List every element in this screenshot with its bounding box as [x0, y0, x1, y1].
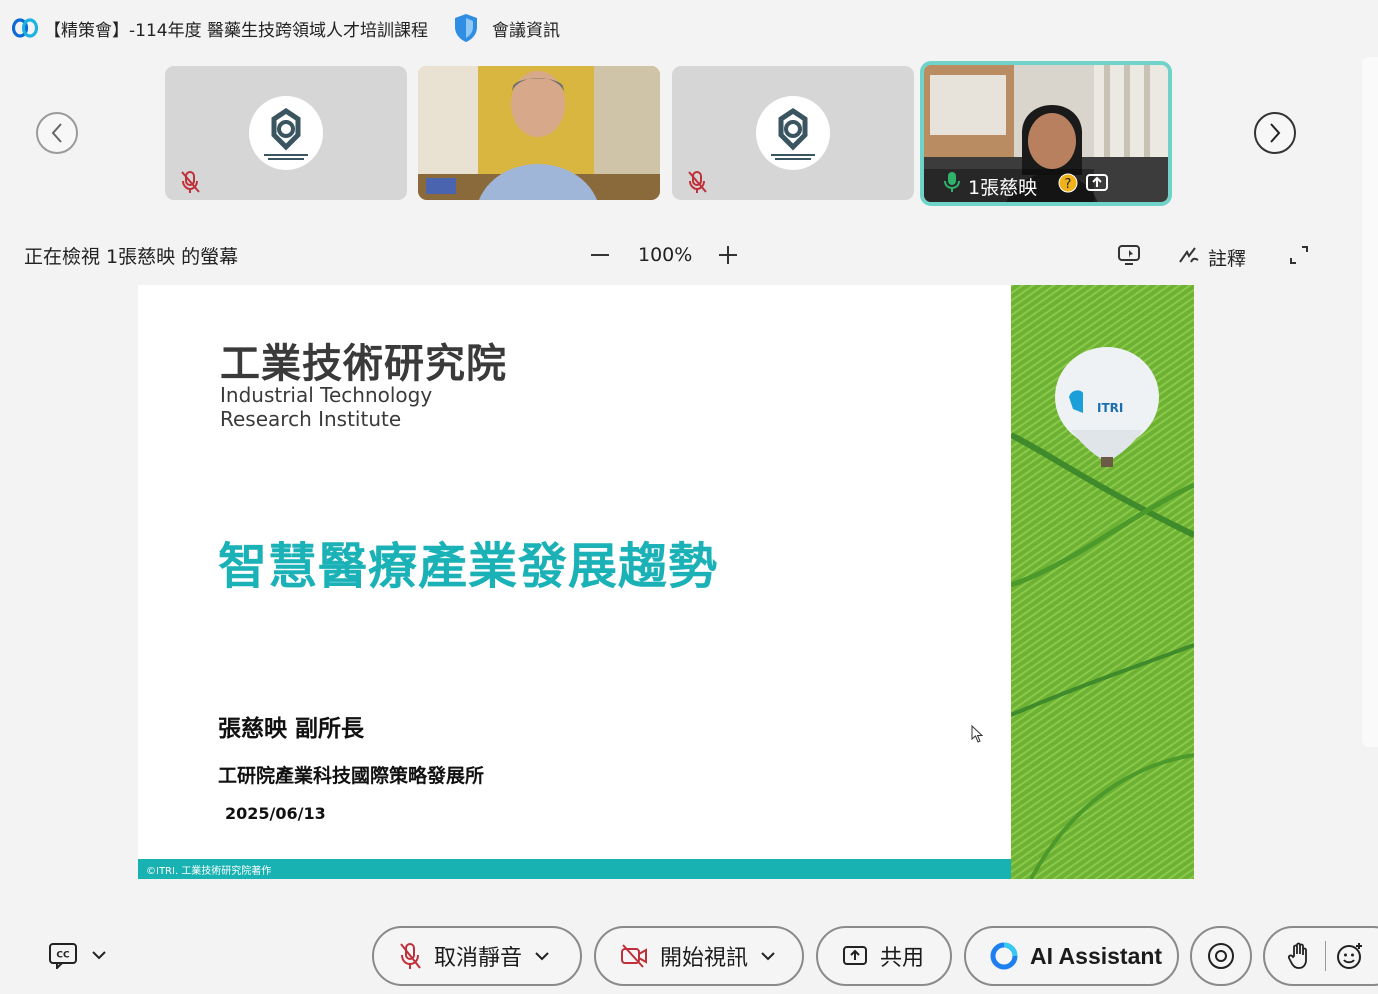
chevron-down-icon[interactable] — [90, 946, 108, 964]
chevron-down-icon[interactable] — [534, 948, 550, 964]
mic-active-icon — [944, 172, 960, 192]
participant-name-label: 1張慈映 — [968, 177, 1038, 199]
unmute-label: 取消靜音 — [434, 946, 523, 971]
svg-text:CC: CC — [56, 951, 70, 961]
shared-screen-slide: 工業技術研究院 Industrial Technology Research I… — [138, 285, 1194, 879]
share-button[interactable]: 共用 — [816, 926, 952, 986]
participant-tile-video[interactable] — [418, 66, 660, 200]
closed-captions-icon[interactable]: CC — [48, 941, 78, 969]
side-panel-edge — [1362, 57, 1378, 747]
participant-tile[interactable] — [165, 66, 407, 200]
sharing-screen-icon — [1086, 174, 1108, 191]
thumbnails-next-button[interactable] — [1254, 112, 1296, 154]
shield-icon[interactable] — [452, 12, 480, 44]
green-field-balloon-image: ITRI — [1011, 285, 1194, 879]
mouse-cursor-icon — [971, 725, 984, 743]
slide-org-name-en: Research Institute — [220, 407, 402, 431]
slide-org-name-en: Industrial Technology — [220, 383, 433, 407]
video-off-icon — [621, 944, 647, 968]
slide-footer-copyright: ©ITRI. 工業技術研究院著作 — [146, 866, 272, 877]
annotate-button[interactable]: 註釋 — [1208, 244, 1246, 271]
viewing-status-text: 正在檢視 1張慈映 的螢幕 — [24, 246, 239, 268]
fullscreen-icon[interactable] — [1288, 244, 1310, 266]
meeting-title: 【精策會】-114年度 醫藥生技跨領域人才培訓課程 — [44, 20, 428, 41]
participant-tile[interactable] — [672, 66, 914, 200]
muted-mic-icon — [181, 171, 200, 193]
remote-control-icon[interactable] — [1117, 244, 1141, 266]
slide-date: 2025/06/13 — [225, 804, 326, 823]
start-video-button[interactable]: 開始視訊 — [594, 926, 804, 986]
chevron-down-icon[interactable] — [760, 948, 776, 964]
title-bar: 【精策會】-114年度 醫藥生技跨領域人才培訓課程 會議資訊 — [0, 0, 1378, 56]
share-label: 共用 — [880, 946, 925, 971]
emoji-reaction-icon[interactable] — [1336, 942, 1364, 970]
organization-logo-avatar — [756, 96, 830, 170]
muted-mic-icon — [400, 943, 421, 969]
share-screen-icon — [843, 946, 867, 965]
slide-department: 工研院產業科技國際策略發展所 — [218, 765, 485, 787]
participant-video-feed — [924, 65, 1168, 202]
raise-hand-icon[interactable] — [1287, 942, 1311, 970]
participant-video-feed — [418, 66, 660, 200]
balloon-itri-text: ITRI — [1097, 401, 1123, 415]
zoom-level: 100% — [638, 244, 693, 266]
meeting-info-link[interactable]: 會議資訊 — [492, 16, 560, 41]
record-button[interactable] — [1190, 926, 1252, 986]
ai-assistant-icon — [990, 942, 1018, 970]
thumbnails-prev-button[interactable] — [36, 112, 78, 154]
zoom-in-icon[interactable] — [716, 242, 740, 268]
zoom-out-icon[interactable] — [588, 242, 612, 268]
chevron-left-icon — [51, 123, 62, 143]
muted-mic-icon — [688, 171, 707, 193]
divider — [1325, 941, 1326, 971]
slide-org-name-cn: 工業技術研究院 — [220, 341, 507, 387]
annotate-pen-icon[interactable] — [1177, 244, 1201, 266]
start-video-label: 開始視訊 — [660, 946, 749, 971]
unmute-button[interactable]: 取消靜音 — [372, 926, 582, 986]
ai-assistant-button[interactable]: AI Assistant — [964, 926, 1179, 986]
reactions-button-group[interactable] — [1263, 926, 1378, 986]
slide-speaker: 張慈映 副所長 — [218, 716, 365, 742]
svg-text:?: ? — [1065, 177, 1072, 192]
chevron-right-icon — [1270, 123, 1281, 143]
org-logo-icon — [778, 107, 808, 151]
active-speaker-tile[interactable]: 1張慈映 ? — [920, 61, 1172, 206]
org-logo-icon — [271, 107, 301, 151]
webex-logo-icon — [12, 18, 38, 38]
slide-title: 智慧醫療產業發展趨勢 — [218, 538, 719, 595]
record-icon — [1208, 943, 1234, 969]
ai-assistant-label: AI Assistant — [1030, 942, 1163, 969]
organization-logo-avatar — [249, 96, 323, 170]
help-icon[interactable]: ? — [1058, 173, 1078, 193]
